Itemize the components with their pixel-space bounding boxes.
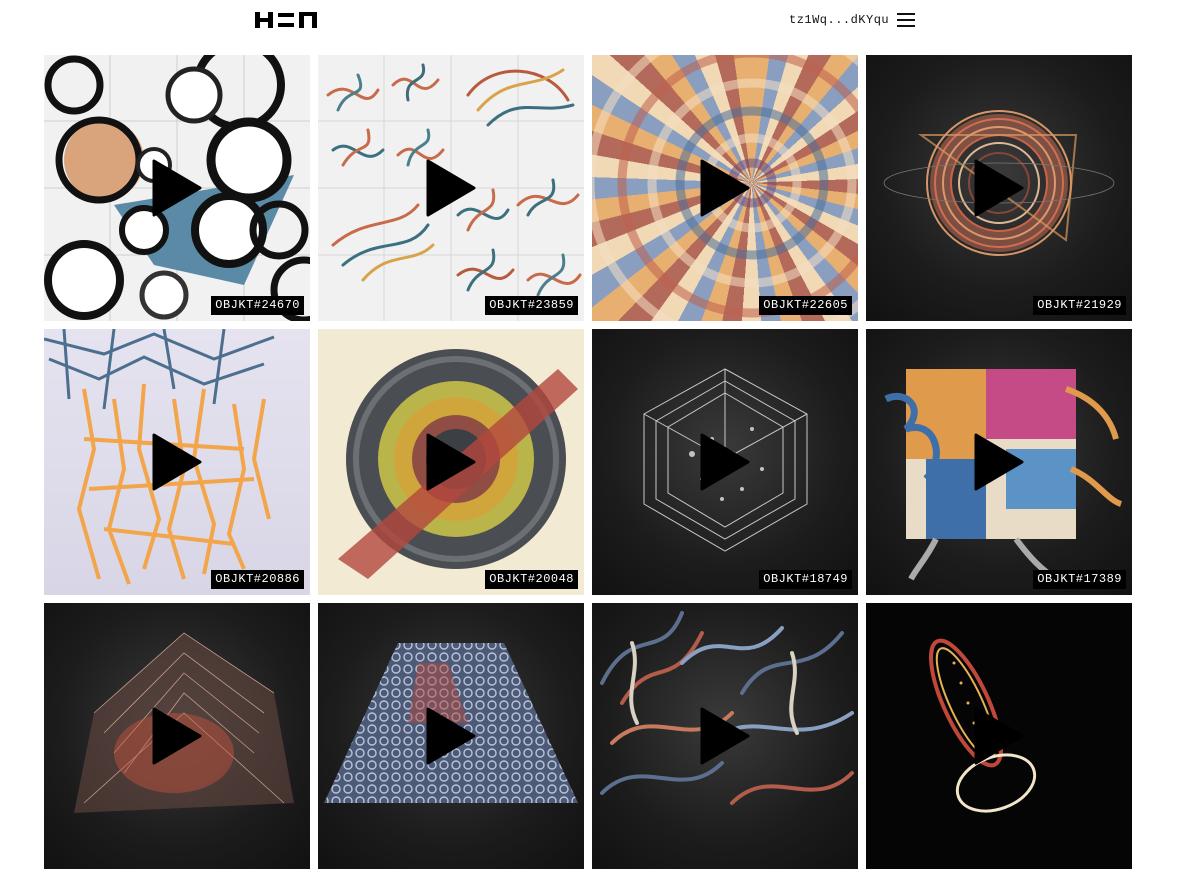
header-account: tz1Wq...dKYqu — [789, 11, 916, 29]
gallery-tile[interactable] — [318, 603, 584, 869]
objkt-label: OBJKT#20886 — [211, 570, 304, 589]
play-icon[interactable] — [700, 433, 750, 491]
play-icon[interactable] — [700, 159, 750, 217]
hen-logo-icon[interactable] — [255, 11, 317, 29]
gallery-tile[interactable]: OBJKT#18749 — [592, 329, 858, 595]
play-icon[interactable] — [152, 707, 202, 765]
objkt-label: OBJKT#23859 — [485, 296, 578, 315]
gallery-tile[interactable]: OBJKT#20048 — [318, 329, 584, 595]
gallery-tile[interactable]: OBJKT#24670 — [44, 55, 310, 321]
gallery-tile[interactable]: OBJKT#21929 — [866, 55, 1132, 321]
play-icon[interactable] — [152, 433, 202, 491]
header: tz1Wq...dKYqu — [0, 0, 1200, 40]
play-icon[interactable] — [426, 159, 476, 217]
play-icon[interactable] — [974, 433, 1024, 491]
gallery-tile[interactable]: OBJKT#22605 — [592, 55, 858, 321]
objkt-label: OBJKT#24670 — [211, 296, 304, 315]
gallery-tile[interactable] — [44, 603, 310, 869]
gallery-tile[interactable]: OBJKT#17389 — [866, 329, 1132, 595]
play-icon[interactable] — [152, 159, 202, 217]
play-icon[interactable] — [974, 159, 1024, 217]
play-icon[interactable] — [426, 707, 476, 765]
hamburger-menu-icon[interactable] — [897, 13, 916, 27]
gallery-tile[interactable] — [592, 603, 858, 869]
gallery-tile[interactable] — [866, 603, 1132, 869]
wallet-address[interactable]: tz1Wq...dKYqu — [789, 13, 889, 27]
gallery-tile[interactable]: OBJKT#20886 — [44, 329, 310, 595]
play-icon[interactable] — [700, 707, 750, 765]
objkt-label: OBJKT#20048 — [485, 570, 578, 589]
objkt-label: OBJKT#22605 — [759, 296, 852, 315]
objkt-label: OBJKT#17389 — [1033, 570, 1126, 589]
objkt-label: OBJKT#18749 — [759, 570, 852, 589]
gallery-tile[interactable]: OBJKT#23859 — [318, 55, 584, 321]
objkt-gallery: OBJKT#24670 OBJKT#23859 OBJKT#22605 OBJK… — [44, 55, 1132, 869]
play-icon[interactable] — [426, 433, 476, 491]
objkt-label: OBJKT#21929 — [1033, 296, 1126, 315]
play-icon[interactable] — [974, 707, 1024, 765]
